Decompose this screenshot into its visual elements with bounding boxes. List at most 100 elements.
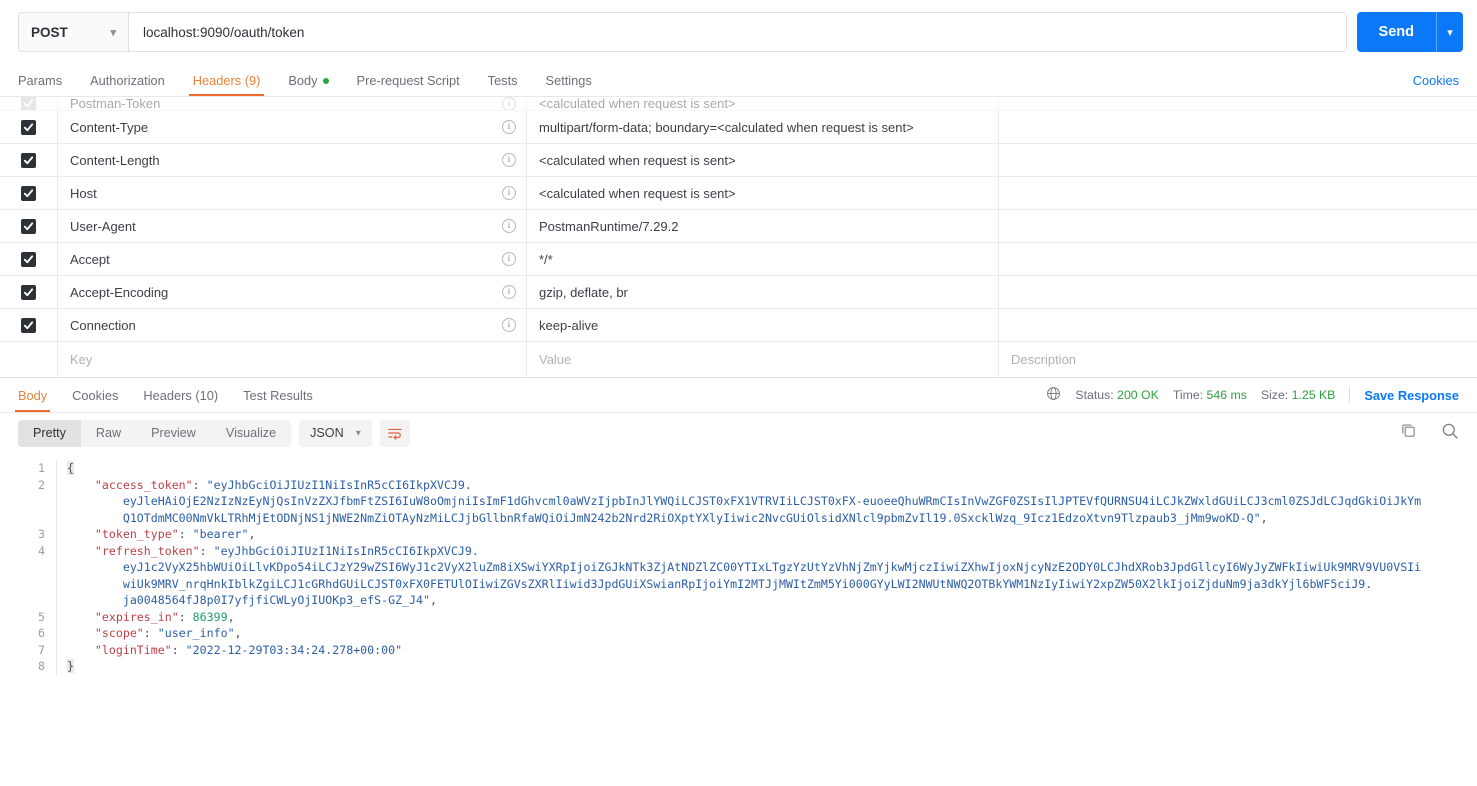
header-value-cell[interactable]: */* [527,243,999,275]
header-description-cell[interactable] [999,243,1477,275]
header-description-cell[interactable] [999,111,1477,143]
code-line: eyJleHAiOjE2NzIzNzEyNjQsInVzZXJfbmFtZSI6… [67,493,1477,510]
code-line: "refresh_token": "eyJhbGciOiJIUzI1NiIsIn… [67,543,1477,560]
header-key-cell[interactable]: Accept-Encoding i [58,276,527,308]
code-token: : [199,543,214,558]
response-format-select[interactable]: JSON ▾ [299,419,372,447]
tab-tests[interactable]: Tests [488,73,518,96]
checkbox-icon[interactable] [21,152,36,168]
header-value-cell[interactable]: multipart/form-data; boundary=<calculate… [527,111,999,143]
info-icon[interactable]: i [502,285,516,299]
header-key-cell[interactable]: Accept i [58,243,527,275]
table-row[interactable]: Accept-Encoding i gzip, deflate, br [0,276,1477,309]
header-description-cell[interactable] [999,309,1477,341]
info-icon[interactable]: i [502,219,516,233]
code-token: "user_info" [157,626,235,640]
new-header-description-input[interactable]: Description [999,342,1477,377]
send-button[interactable]: Send [1357,12,1437,52]
view-mode-pretty[interactable]: Pretty [18,419,81,447]
tab-headers[interactable]: Headers (9) [188,73,264,96]
checkbox-icon[interactable] [21,317,36,333]
view-mode-preview[interactable]: Preview [136,420,211,447]
tab-params[interactable]: Params [18,73,62,96]
header-value-cell[interactable]: keep-alive [527,309,999,341]
checkbox-icon[interactable] [21,97,36,110]
table-row[interactable]: Postman-Token i <calculated when request… [0,97,1477,111]
response-tab-body[interactable]: Body [14,378,51,412]
tab-label: Tests [487,73,518,88]
checkbox-icon[interactable] [21,185,36,201]
code-token: : [178,609,193,624]
send-options-chevron-down-icon[interactable]: ▾ [1437,12,1463,52]
header-value-cell[interactable]: <calculated when request is sent> [527,144,999,176]
copy-icon[interactable] [1400,422,1417,444]
row-checkbox-cell [0,342,58,377]
tab-pre-request-script[interactable]: Pre-request Script [357,73,460,96]
checkbox-icon[interactable] [21,119,36,135]
new-header-row[interactable]: Key Value Description [0,342,1477,378]
checkbox-icon[interactable] [21,218,36,234]
response-body-viewer[interactable]: 1 2 3 4 5 6 7 8 { "access_token": "eyJhbGciOi… [0,453,1477,675]
info-icon[interactable]: i [502,252,516,266]
checkbox-icon[interactable] [21,251,36,267]
new-header-value-input[interactable]: Value [527,342,999,377]
header-description-cell[interactable] [999,276,1477,308]
table-row[interactable]: Accept i */* [0,243,1477,276]
table-row[interactable]: Connection i keep-alive [0,309,1477,342]
header-key-text: Content-Length [70,152,160,168]
header-value-text: <calculated when request is sent> [539,185,736,201]
header-value-cell[interactable]: <calculated when request is sent> [527,177,999,209]
table-row[interactable]: User-Agent i PostmanRuntime/7.29.2 [0,210,1477,243]
info-icon[interactable]: i [502,120,516,134]
header-key-text: Postman-Token [70,97,161,111]
header-key-cell[interactable]: Content-Length i [58,144,527,176]
url-input[interactable]: localhost:9090/oauth/token [129,13,1346,51]
info-icon[interactable]: i [502,186,516,200]
tab-authorization[interactable]: Authorization [90,73,165,96]
response-body-code[interactable]: { "access_token": "eyJhbGciOiJIUzI1NiIsI… [56,460,1477,675]
header-key-text: User-Agent [70,218,136,234]
checkbox-icon[interactable] [21,284,36,300]
cookies-link[interactable]: Cookies [1413,73,1459,88]
view-mode-raw[interactable]: Raw [81,420,136,447]
header-description-cell[interactable] [999,210,1477,242]
response-tab-headers[interactable]: Headers (10) [143,378,218,412]
header-key-cell[interactable]: Content-Type i [58,111,527,143]
header-key-cell[interactable]: Host i [58,177,527,209]
header-key-cell[interactable]: Connection i [58,309,527,341]
response-tab-test-results[interactable]: Test Results [243,378,313,412]
response-tab-cookies[interactable]: Cookies [72,378,118,412]
info-icon[interactable]: i [502,318,516,332]
tab-settings[interactable]: Settings [546,73,592,96]
table-row[interactable]: Content-Type i multipart/form-data; boun… [0,111,1477,144]
globe-icon[interactable] [1046,386,1061,404]
row-checkbox-cell [0,309,58,341]
info-icon[interactable]: i [502,153,516,167]
header-value-cell[interactable]: PostmanRuntime/7.29.2 [527,210,999,242]
header-key-cell[interactable]: Postman-Token i [58,97,527,110]
view-mode-visualize[interactable]: Visualize [211,420,291,447]
save-response-button[interactable]: Save Response [1364,388,1459,403]
wrap-lines-button[interactable] [379,419,410,447]
header-description-cell[interactable] [999,177,1477,209]
header-value-cell[interactable]: gzip, deflate, br [527,276,999,308]
new-header-key-input[interactable]: Key [58,342,527,377]
header-value-cell[interactable]: <calculated when request is sent> [527,97,999,110]
table-row[interactable]: Content-Length i <calculated when reques… [0,144,1477,177]
info-icon[interactable]: i [502,97,516,110]
tab-body[interactable]: Body [288,73,329,96]
code-line: eyJ1c2VyX25hbWUiOiLlvKDpo54iLCJzY29wZSI6… [67,559,1477,576]
header-description-cell[interactable] [999,97,1477,110]
code-token: { [67,461,74,475]
table-row[interactable]: Host i <calculated when request is sent> [0,177,1477,210]
http-method-select[interactable]: POST ▾ [19,13,129,51]
line-number-gutter: 1 2 3 4 5 6 7 8 [0,460,56,675]
tab-label: Authorization [90,73,165,88]
header-description-cell[interactable] [999,144,1477,176]
code-token: "refresh_token" [94,543,200,558]
header-key-cell[interactable]: User-Agent i [58,210,527,242]
response-actions [1400,413,1459,453]
search-icon[interactable] [1441,422,1459,445]
